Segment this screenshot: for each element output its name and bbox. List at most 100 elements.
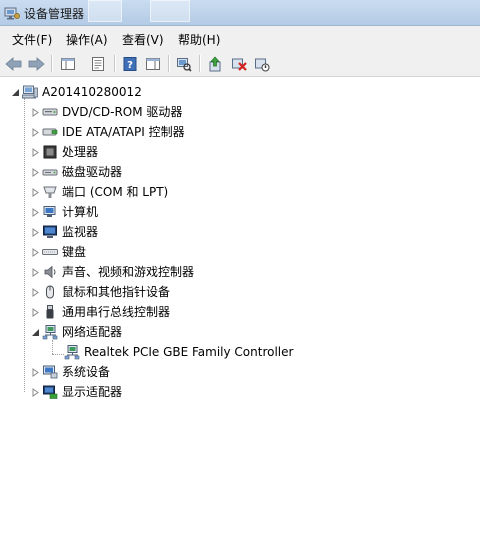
- expand-arrow-icon[interactable]: [31, 167, 40, 177]
- collapse-arrow-icon[interactable]: [11, 88, 20, 97]
- update-driver-button[interactable]: [205, 54, 225, 74]
- network-adapter-icon: [42, 324, 58, 340]
- tree-item-disk-drive[interactable]: 磁盘驱动器: [31, 162, 122, 182]
- tree-connector: [24, 98, 25, 392]
- toolbar-separator: [114, 55, 115, 72]
- expand-arrow-icon[interactable]: [31, 147, 40, 157]
- expand-arrow-icon[interactable]: [31, 127, 40, 137]
- tree-item-label: 网络适配器: [62, 325, 123, 339]
- tree-root[interactable]: A201410280012: [11, 82, 142, 102]
- toolbar-separator: [51, 55, 52, 72]
- uninstall-icon: [232, 58, 247, 71]
- expand-arrow-icon[interactable]: [31, 247, 40, 257]
- tree-item-ports[interactable]: 端口 (COM 和 LPT): [31, 182, 168, 202]
- processor-icon: [42, 144, 58, 160]
- device-tree[interactable]: A201410280012 DVD/CD-ROM 驱动器 IDE ATA/ATA…: [0, 78, 480, 543]
- tree-item-network-adapters[interactable]: 网络适配器: [31, 322, 122, 342]
- properties-icon: [92, 57, 104, 71]
- back-arrow-icon: [5, 57, 22, 71]
- action-pane-icon: [146, 58, 160, 70]
- disk-drive-icon: [42, 164, 58, 180]
- expand-arrow-icon[interactable]: [31, 107, 40, 117]
- tree-item-label: 处理器: [62, 145, 99, 159]
- disable-device-icon: [255, 58, 270, 72]
- action-pane-button[interactable]: [143, 54, 163, 74]
- ide-controller-icon: [42, 124, 58, 140]
- tree-item-keyboard[interactable]: 键盘: [31, 242, 86, 262]
- window-title: 设备管理器: [24, 7, 85, 21]
- keyboard-icon: [42, 244, 58, 260]
- device-manager-icon: [4, 7, 20, 20]
- tree-item-label: 键盘: [62, 245, 87, 259]
- tree-root-label: A201410280012: [42, 85, 142, 99]
- forward-arrow-icon: [28, 57, 45, 71]
- usb-icon: [42, 304, 58, 320]
- tree-item-ide-controller[interactable]: IDE ATA/ATAPI 控制器: [31, 122, 185, 142]
- tree-item-monitor[interactable]: 监视器: [31, 222, 98, 242]
- computer-icon: [22, 84, 38, 100]
- dvd-drive-icon: [42, 104, 58, 120]
- toolbar-separator: [168, 55, 169, 72]
- window-preview-ghost: [150, 0, 190, 22]
- port-icon: [42, 184, 58, 200]
- tree-item-label: 鼠标和其他指针设备: [62, 285, 171, 299]
- tree-item-dvd-cdrom[interactable]: DVD/CD-ROM 驱动器: [31, 102, 182, 122]
- expand-arrow-icon[interactable]: [31, 307, 40, 317]
- sound-icon: [42, 264, 58, 280]
- tree-item-display-adapters[interactable]: 显示适配器: [31, 382, 122, 402]
- expand-arrow-icon[interactable]: [31, 267, 40, 277]
- tree-item-label: 声音、视频和游戏控制器: [62, 265, 195, 279]
- tree-item-mouse[interactable]: 鼠标和其他指针设备: [31, 282, 170, 302]
- console-tree-icon: [61, 58, 75, 70]
- tree-connector: [52, 354, 64, 355]
- menu-view[interactable]: 查看(V): [122, 31, 164, 48]
- toolbar-separator: [199, 55, 200, 72]
- menu-file[interactable]: 文件(F): [12, 31, 52, 48]
- menu-bar: 文件(F) 操作(A) 查看(V) 帮助(H): [0, 26, 480, 50]
- expand-arrow-icon[interactable]: [31, 187, 40, 197]
- window-preview-ghost: [88, 0, 122, 22]
- tree-item-label: 系统设备: [62, 365, 111, 379]
- tree-item-usb[interactable]: 通用串行总线控制器: [31, 302, 170, 322]
- tree-item-label: DVD/CD-ROM 驱动器: [62, 105, 183, 119]
- expand-arrow-icon[interactable]: [31, 367, 40, 377]
- expand-arrow-icon[interactable]: [31, 227, 40, 237]
- menu-help[interactable]: 帮助(H): [178, 31, 220, 48]
- system-device-icon: [42, 364, 58, 380]
- monitor-icon: [42, 224, 58, 240]
- tree-item-network-card[interactable]: Realtek PCIe GBE Family Controller: [64, 342, 293, 362]
- tree-item-label: 磁盘驱动器: [62, 165, 123, 179]
- uninstall-button[interactable]: [229, 54, 249, 74]
- title-bar[interactable]: 设备管理器: [0, 0, 480, 26]
- tree-item-sound[interactable]: 声音、视频和游戏控制器: [31, 262, 194, 282]
- forward-button[interactable]: [26, 54, 46, 74]
- properties-button[interactable]: [88, 54, 108, 74]
- collapse-arrow-icon[interactable]: [31, 328, 40, 337]
- svg-text:?: ?: [127, 60, 133, 71]
- help-button[interactable]: ?: [120, 54, 140, 74]
- tree-item-label: 端口 (COM 和 LPT): [62, 185, 169, 199]
- tree-item-computer[interactable]: 计算机: [31, 202, 98, 222]
- tree-item-system-devices[interactable]: 系统设备: [31, 362, 110, 382]
- mouse-icon: [42, 284, 58, 300]
- scan-hardware-icon: [177, 58, 192, 72]
- expand-arrow-icon[interactable]: [31, 387, 40, 397]
- menu-action[interactable]: 操作(A): [66, 31, 108, 48]
- computer-category-icon: [42, 204, 58, 220]
- display-adapter-icon: [42, 384, 58, 400]
- tree-item-processor[interactable]: 处理器: [31, 142, 98, 162]
- tree-connector: [52, 340, 53, 354]
- scan-hardware-button[interactable]: [174, 54, 194, 74]
- expand-arrow-icon[interactable]: [31, 207, 40, 217]
- tree-item-label: 计算机: [62, 205, 99, 219]
- tree-item-label: 显示适配器: [62, 385, 123, 399]
- disable-device-button[interactable]: [252, 54, 272, 74]
- tree-item-label: 通用串行总线控制器: [62, 305, 171, 319]
- tree-item-label: 监视器: [62, 225, 99, 239]
- back-button[interactable]: [4, 54, 24, 74]
- tree-item-label: IDE ATA/ATAPI 控制器: [62, 125, 185, 139]
- expand-arrow-icon[interactable]: [31, 287, 40, 297]
- tree-item-label: Realtek PCIe GBE Family Controller: [84, 345, 294, 359]
- show-hide-tree-button[interactable]: [58, 54, 78, 74]
- help-icon: ?: [123, 57, 137, 71]
